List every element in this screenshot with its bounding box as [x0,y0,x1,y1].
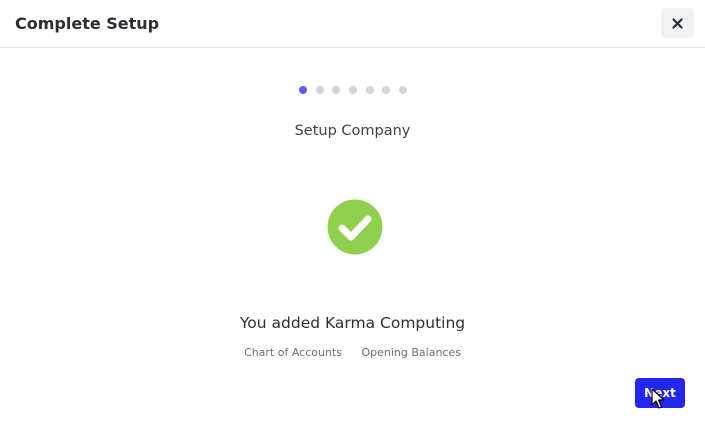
step-title: Setup Company [294,123,411,139]
step-dot-7[interactable] [399,86,408,94]
step-indicator [0,86,705,94]
step-dot-4[interactable] [349,86,357,94]
modal-header: Complete Setup [0,0,705,48]
next-button[interactable]: Next [635,378,685,408]
step-dot-1[interactable] [298,86,307,94]
check-circle-icon [327,199,383,255]
opening-balances-link[interactable]: Opening Balances [361,345,461,361]
step-dot-2[interactable] [315,86,324,94]
close-button[interactable] [661,8,694,38]
step-dot-5[interactable] [365,86,374,94]
modal-title: Complete Setup [15,14,160,33]
close-icon [672,17,683,29]
next-step-links: Chart of Accounts Opening Balances [0,345,705,361]
chart-of-accounts-link[interactable]: Chart of Accounts [244,345,342,361]
success-message: You added Karma Computing [239,314,466,332]
step-dot-6[interactable] [382,86,391,94]
step-dot-3[interactable] [332,86,341,94]
setup-modal: Complete Setup Setup Company You added K… [0,0,705,421]
